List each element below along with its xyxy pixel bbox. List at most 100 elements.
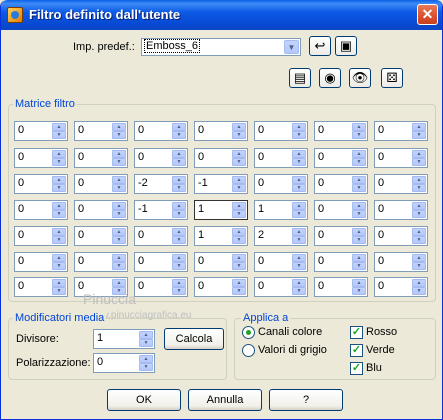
matrix-cell[interactable]: 0 ▲ ▼ <box>14 174 68 194</box>
matrix-cell[interactable]: 0 ▲ ▼ <box>14 121 68 141</box>
green-checkbox[interactable]: ✓ <box>350 344 363 357</box>
matrix-cell-stepper[interactable]: ▲ ▼ <box>412 254 426 270</box>
matrix-cell[interactable]: 0 ▲ ▼ <box>314 148 368 168</box>
reset-icon[interactable]: ↩ <box>309 36 331 56</box>
matrix-cell[interactable]: 0 ▲ ▼ <box>254 148 308 168</box>
matrix-cell[interactable]: 0 ▲ ▼ <box>194 252 248 272</box>
matrix-cell[interactable]: 0 ▲ ▼ <box>134 226 188 246</box>
matrix-cell[interactable]: 0 ▲ ▼ <box>14 277 68 297</box>
matrix-cell-stepper[interactable]: ▲ ▼ <box>412 176 426 192</box>
matrix-cell-stepper[interactable]: ▲ ▼ <box>52 254 66 270</box>
eye-lock-icon[interactable]: ◉ <box>319 68 341 88</box>
matrix-cell[interactable]: 1 ▲ ▼ <box>194 226 248 246</box>
matrix-cell-stepper[interactable]: ▲ ▼ <box>232 279 246 295</box>
matrix-cell-stepper[interactable]: ▲ ▼ <box>292 202 306 218</box>
matrix-cell-stepper[interactable]: ▲ ▼ <box>232 176 246 192</box>
matrix-cell-stepper[interactable]: ▲ ▼ <box>172 202 186 218</box>
matrix-cell[interactable]: 0 ▲ ▼ <box>134 277 188 297</box>
matrix-cell[interactable]: 0 ▲ ▼ <box>134 148 188 168</box>
matrix-cell-stepper[interactable]: ▲ ▼ <box>172 228 186 244</box>
matrix-cell-stepper[interactable]: ▲ ▼ <box>52 279 66 295</box>
matrix-cell-stepper[interactable]: ▲ ▼ <box>232 254 246 270</box>
matrix-cell[interactable]: -1 ▲ ▼ <box>194 174 248 194</box>
matrix-cell-stepper[interactable]: ▲ ▼ <box>52 228 66 244</box>
matrix-cell[interactable]: 0 ▲ ▼ <box>74 174 128 194</box>
matrix-cell[interactable]: 0 ▲ ▼ <box>194 121 248 141</box>
matrix-cell-stepper[interactable]: ▲ ▼ <box>352 254 366 270</box>
blue-checkbox[interactable]: ✓ <box>350 362 363 375</box>
matrix-cell-stepper[interactable]: ▲ ▼ <box>352 123 366 139</box>
matrix-cell-stepper[interactable]: ▲ ▼ <box>412 202 426 218</box>
matrix-cell[interactable]: 0 ▲ ▼ <box>374 148 428 168</box>
matrix-cell[interactable]: 0 ▲ ▼ <box>374 252 428 272</box>
divisor-field[interactable]: 1 ▲ ▼ <box>93 329 155 349</box>
matrix-cell-stepper[interactable]: ▲ ▼ <box>412 123 426 139</box>
matrix-cell-stepper[interactable]: ▲ ▼ <box>112 123 126 139</box>
matrix-cell-stepper[interactable]: ▲ ▼ <box>232 228 246 244</box>
calculate-button[interactable]: Calcola <box>164 328 224 350</box>
matrix-cell[interactable]: 0 ▲ ▼ <box>374 121 428 141</box>
matrix-cell-stepper[interactable]: ▲ ▼ <box>172 150 186 166</box>
dice-icon[interactable]: ⚄ <box>381 68 403 88</box>
matrix-cell-stepper[interactable]: ▲ ▼ <box>172 279 186 295</box>
bias-stepper[interactable]: ▲ ▼ <box>139 355 153 371</box>
matrix-cell-stepper[interactable]: ▲ ▼ <box>292 228 306 244</box>
matrix-cell-stepper[interactable]: ▲ ▼ <box>112 254 126 270</box>
matrix-cell-stepper[interactable]: ▲ ▼ <box>292 176 306 192</box>
matrix-cell-stepper[interactable]: ▲ ▼ <box>352 202 366 218</box>
matrix-cell-stepper[interactable]: ▲ ▼ <box>52 123 66 139</box>
matrix-cell-stepper[interactable]: ▲ ▼ <box>112 202 126 218</box>
preset-dropdown[interactable]: Emboss_6 ▼ <box>141 38 301 56</box>
matrix-cell-stepper[interactable]: ▲ ▼ <box>52 150 66 166</box>
matrix-cell[interactable]: 0 ▲ ▼ <box>374 226 428 246</box>
matrix-cell-stepper[interactable]: ▲ ▼ <box>292 150 306 166</box>
matrix-cell[interactable]: 0 ▲ ▼ <box>254 252 308 272</box>
color-channels-radio[interactable] <box>242 326 255 339</box>
matrix-cell-stepper[interactable]: ▲ ▼ <box>352 176 366 192</box>
red-label[interactable]: Rosso <box>366 326 397 338</box>
close-button[interactable]: ✕ <box>417 4 438 25</box>
matrix-cell-stepper[interactable]: ▲ ▼ <box>412 228 426 244</box>
matrix-cell[interactable]: 0 ▲ ▼ <box>314 277 368 297</box>
bias-field[interactable]: 0 ▲ ▼ <box>93 353 155 373</box>
matrix-cell-stepper[interactable]: ▲ ▼ <box>112 176 126 192</box>
matrix-cell[interactable]: 2 ▲ ▼ <box>254 226 308 246</box>
matrix-cell-stepper[interactable]: ▲ ▼ <box>412 279 426 295</box>
eye-icon[interactable]: 👁 <box>349 68 371 88</box>
matrix-cell[interactable]: 0 ▲ ▼ <box>14 252 68 272</box>
matrix-cell-stepper[interactable]: ▲ ▼ <box>292 279 306 295</box>
matrix-cell[interactable]: 0 ▲ ▼ <box>254 277 308 297</box>
ok-button[interactable]: OK <box>107 389 181 411</box>
matrix-cell[interactable]: 0 ▲ ▼ <box>14 148 68 168</box>
gray-values-label[interactable]: Valori di grigio <box>258 344 327 356</box>
matrix-cell-stepper[interactable]: ▲ ▼ <box>352 228 366 244</box>
matrix-cell-stepper[interactable]: ▲ ▼ <box>232 150 246 166</box>
matrix-cell-stepper[interactable]: ▲ ▼ <box>292 123 306 139</box>
matrix-cell-stepper[interactable]: ▲ ▼ <box>232 123 246 139</box>
matrix-cell[interactable]: -2 ▲ ▼ <box>134 174 188 194</box>
matrix-cell-stepper[interactable]: ▲ ▼ <box>232 202 246 218</box>
matrix-cell[interactable]: 0 ▲ ▼ <box>314 121 368 141</box>
cancel-button[interactable]: Annulla <box>188 389 262 411</box>
matrix-cell-stepper[interactable]: ▲ ▼ <box>292 254 306 270</box>
matrix-cell[interactable]: 0 ▲ ▼ <box>74 252 128 272</box>
matrix-cell[interactable]: 0 ▲ ▼ <box>374 277 428 297</box>
matrix-cell[interactable]: 0 ▲ ▼ <box>314 174 368 194</box>
matrix-cell[interactable]: 1 ▲ ▼ <box>194 200 248 220</box>
matrix-cell-stepper[interactable]: ▲ ▼ <box>52 176 66 192</box>
matrix-cell[interactable]: 1 ▲ ▼ <box>254 200 308 220</box>
matrix-cell[interactable]: 0 ▲ ▼ <box>314 252 368 272</box>
save-icon[interactable]: ▣ <box>335 36 357 56</box>
matrix-cell[interactable]: -1 ▲ ▼ <box>134 200 188 220</box>
matrix-cell-stepper[interactable]: ▲ ▼ <box>52 202 66 218</box>
blue-label[interactable]: Blu <box>366 362 382 374</box>
matrix-cell[interactable]: 0 ▲ ▼ <box>254 121 308 141</box>
matrix-cell-stepper[interactable]: ▲ ▼ <box>412 150 426 166</box>
red-checkbox[interactable]: ✓ <box>350 326 363 339</box>
matrix-cell[interactable]: 0 ▲ ▼ <box>374 200 428 220</box>
matrix-cell[interactable]: 0 ▲ ▼ <box>14 226 68 246</box>
gray-values-radio[interactable] <box>242 344 255 357</box>
matrix-cell[interactable]: 0 ▲ ▼ <box>134 121 188 141</box>
help-button[interactable]: ? <box>269 389 343 411</box>
matrix-cell-stepper[interactable]: ▲ ▼ <box>172 254 186 270</box>
